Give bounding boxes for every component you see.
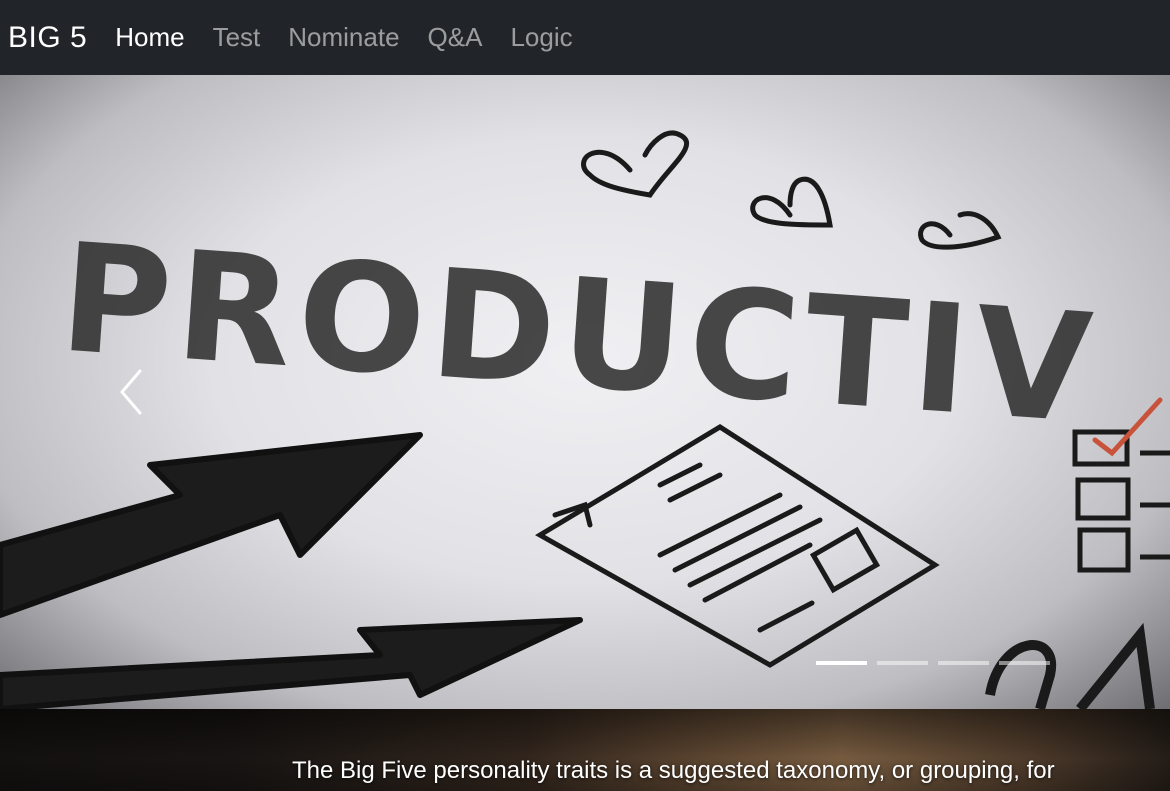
carousel-indicator-3[interactable] (938, 661, 989, 665)
carousel-indicator-2[interactable] (877, 661, 928, 665)
carousel-prev-button[interactable] (106, 360, 156, 424)
carousel-indicators (816, 661, 1060, 665)
arrow-doodle-icon (0, 432, 583, 709)
document-doodle-icon (535, 424, 940, 668)
carousel-indicator-4[interactable] (999, 661, 1050, 665)
nav-link-qa[interactable]: Q&A (428, 22, 483, 53)
intro-section: The Big Five personality traits is a sug… (0, 709, 1170, 791)
nav-links: Home Test Nominate Q&A Logic (115, 22, 600, 53)
carousel-indicator-1[interactable] (816, 661, 867, 665)
brand-logo[interactable]: BIG 5 (8, 21, 87, 55)
nav-link-home[interactable]: Home (115, 22, 184, 53)
nav-link-logic[interactable]: Logic (510, 22, 572, 53)
nav-link-nominate[interactable]: Nominate (288, 22, 399, 53)
slide-image: PRODUCTIV (0, 130, 1170, 709)
hero-carousel: PRODUCTIV (0, 75, 1170, 709)
top-navbar: BIG 5 Home Test Nominate Q&A Logic (0, 0, 1170, 75)
chevron-left-icon (120, 369, 142, 415)
nav-link-test[interactable]: Test (213, 22, 261, 53)
heart-doodle-icon (581, 130, 1002, 250)
intro-text: The Big Five personality traits is a sug… (292, 757, 1055, 784)
